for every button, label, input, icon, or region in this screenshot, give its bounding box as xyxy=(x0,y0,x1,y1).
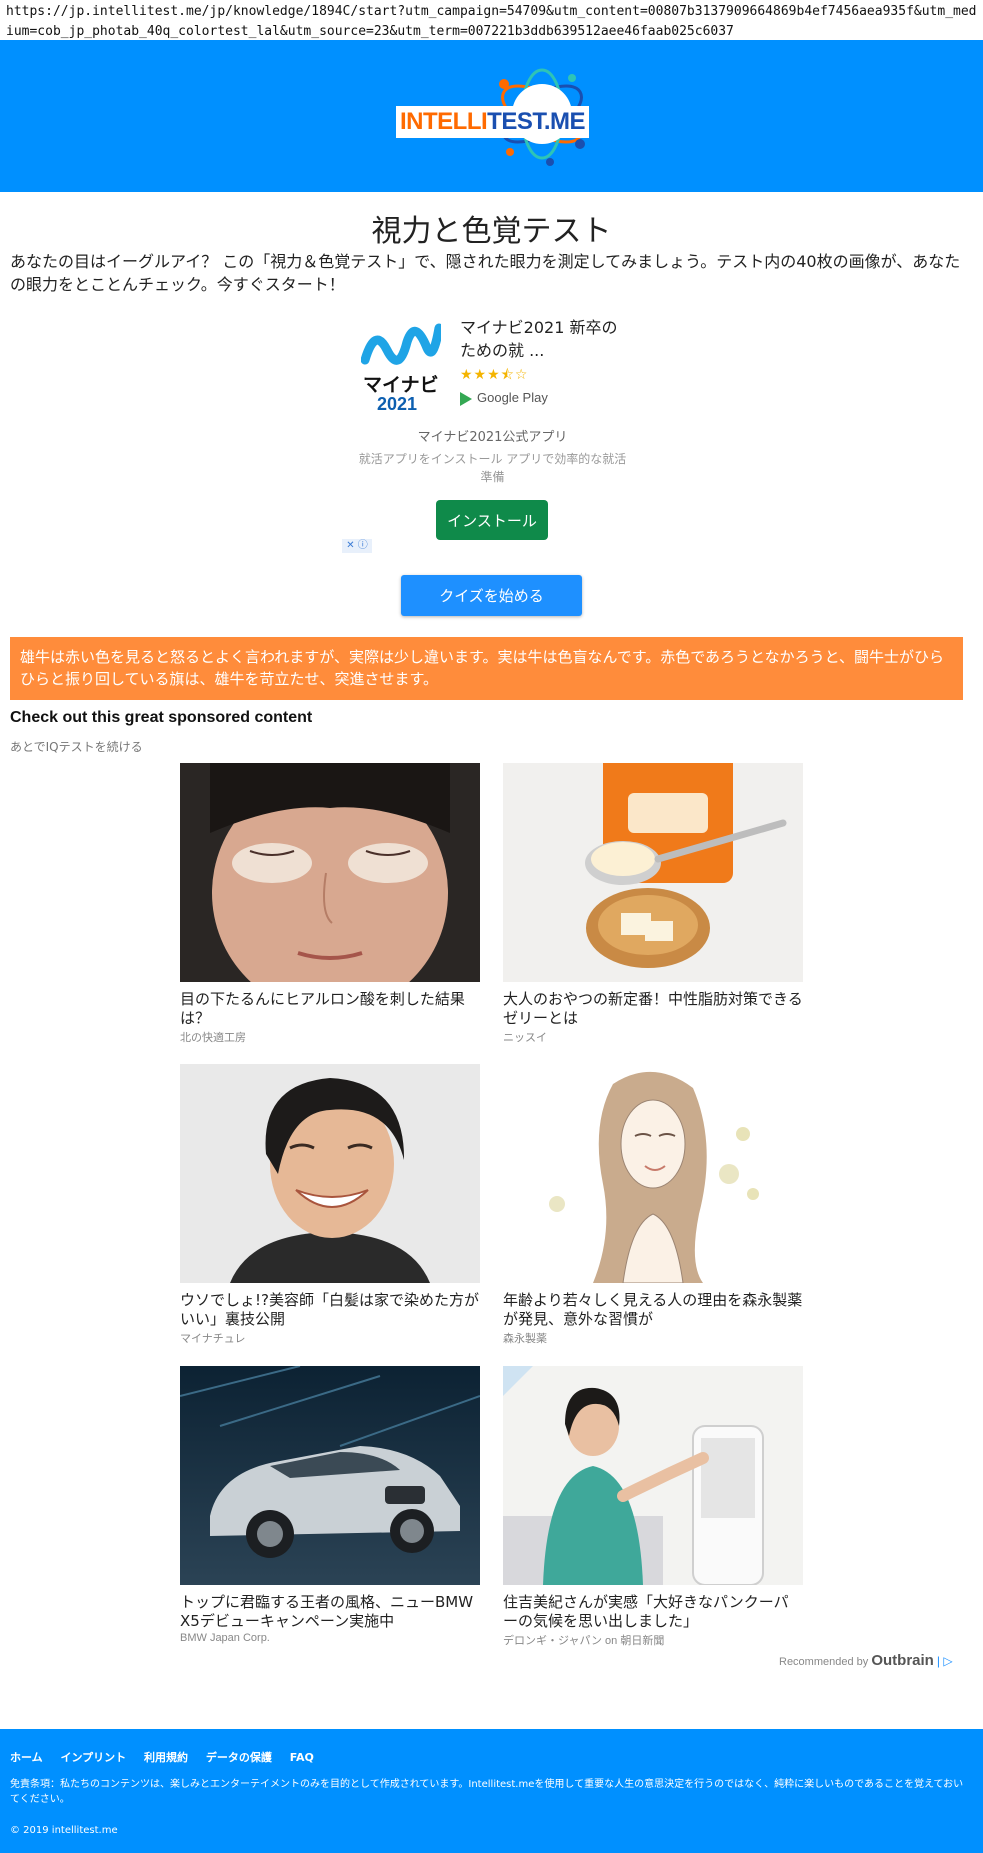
sponsored-card[interactable]: 大人のおやつの新定番！中性脂肪対策できるゼリーとは ニッスイ xyxy=(503,763,803,1045)
card-title[interactable]: トップに君臨する王者の風格、ニューBMW X5デビューキャンペーン実施中 xyxy=(180,1593,480,1631)
card-thumbnail[interactable] xyxy=(180,763,480,982)
ad-description: 就活アプリをインストール アプリで効率的な就活準備 xyxy=(358,452,627,484)
continue-later-link[interactable]: あとでIQテストを続ける xyxy=(10,738,143,755)
sponsored-card[interactable]: ウソでしょ!?美容師「白髪は家で染めた方がいい」裏技公開 マイナチュレ xyxy=(180,1064,480,1346)
card-thumbnail[interactable] xyxy=(503,1366,803,1585)
outbrain-info-icon[interactable]: | ▷ xyxy=(937,1654,953,1668)
browser-url[interactable]: https://jp.intellitest.me/jp/knowledge/1… xyxy=(0,0,983,39)
jelly-spoon-image xyxy=(503,763,803,982)
card-title[interactable]: ウソでしょ!?美容師「白髪は家で染めた方がいい」裏技公開 xyxy=(180,1291,480,1329)
install-button[interactable]: インストール xyxy=(436,500,548,540)
intro-text: あなたの目はイーグルアイ？ この「視力＆色覚テスト」で、隠された眼力を測定してみ… xyxy=(10,252,961,294)
footer-disclaimer: 免責条項：私たちのコンテンツは、楽しみとエンターテイメントのみを目的として作成さ… xyxy=(10,1779,964,1805)
sponsored-card[interactable]: 住吉美紀さんが実感「大好きなパンクーパーの気候を思い出しました」 デロンギ・ジャ… xyxy=(503,1366,803,1648)
outbrain-logo: Outbrain xyxy=(871,1652,934,1669)
card-source: マイナチュレ xyxy=(180,1333,246,1345)
page-title: 視力と色覚テスト xyxy=(371,214,612,249)
logo-part-intelli: INTELLI xyxy=(400,108,488,135)
woman-eye-patches-image xyxy=(180,763,480,982)
card-source: BMW Japan Corp. xyxy=(180,1632,270,1644)
bmw-car-image xyxy=(180,1366,480,1585)
card-thumbnail[interactable] xyxy=(180,1064,480,1283)
intellitest-logo[interactable]: INTELLITEST.ME xyxy=(394,66,590,168)
card-source: デロンギ・ジャパン on 朝日新聞 xyxy=(503,1635,665,1647)
ad-icon-year: 2021 xyxy=(377,394,418,414)
start-quiz-button[interactable]: クイズを始める xyxy=(401,575,582,616)
card-title[interactable]: 年齢より若々しく見える人の理由を森永製薬が発見、意外な習慣が xyxy=(503,1291,803,1329)
mynavi-app-icon[interactable]: マイナビ 2021 xyxy=(360,320,447,414)
adchoices-icon[interactable]: ✕ ⓘ xyxy=(342,539,372,553)
google-play-badge[interactable]: Google Play xyxy=(460,390,548,406)
card-source: ニッスイ xyxy=(503,1032,547,1044)
sponsored-card[interactable]: 年齢より若々しく見える人の理由を森永製薬が発見、意外な習慣が 森永製薬 xyxy=(503,1064,803,1346)
footer-link-imprint[interactable]: インプリント xyxy=(61,1751,127,1764)
footer-copyright: © 2019 intellitest.me xyxy=(10,1825,118,1836)
site-footer: ホーム インプリント 利用規約 データの保護 FAQ 免責条項：私たちのコンテン… xyxy=(0,1729,983,1853)
smiling-woman-image xyxy=(180,1064,480,1283)
google-play-icon xyxy=(460,391,472,406)
store-label: Google Play xyxy=(477,390,548,405)
sponsored-card[interactable]: トップに君臨する王者の風格、ニューBMW X5デビューキャンペーン実施中 BMW… xyxy=(180,1366,480,1644)
footer-link-privacy[interactable]: データの保護 xyxy=(206,1751,272,1764)
card-thumbnail[interactable] xyxy=(180,1366,480,1585)
sponsored-card[interactable]: 目の下たるんにヒアルロン酸を刺した結果は？ 北の快適工房 xyxy=(180,763,480,1045)
card-title[interactable]: 大人のおやつの新定番！中性脂肪対策できるゼリーとは xyxy=(503,990,803,1028)
card-thumbnail[interactable] xyxy=(503,763,803,982)
fact-banner: 雄牛は赤い色を見ると怒るとよく言われますが、実際は少し違います。実は牛は色盲なん… xyxy=(10,637,963,700)
site-header: INTELLITEST.ME xyxy=(0,40,983,192)
outbrain-attribution[interactable]: Recommended by Outbrain | ▷ xyxy=(779,1652,953,1669)
card-source: 北の快適工房 xyxy=(180,1032,246,1044)
ad-icon-name: マイナビ xyxy=(363,374,439,396)
card-source: 森永製薬 xyxy=(503,1333,547,1345)
ad-title[interactable]: マイナビ2021 新卒のための就 ... xyxy=(460,316,630,362)
logo-wordmark: INTELLITEST.ME xyxy=(396,106,589,138)
card-thumbnail[interactable] xyxy=(503,1064,803,1283)
footer-nav: ホーム インプリント 利用規約 データの保護 FAQ xyxy=(10,1749,328,1765)
footer-link-terms[interactable]: 利用規約 xyxy=(144,1751,188,1764)
card-title[interactable]: 住吉美紀さんが実感「大好きなパンクーパーの気候を思い出しました」 xyxy=(503,1593,803,1631)
rating-stars: ★★★⯪☆ xyxy=(460,367,529,383)
woman-air-purifier-image xyxy=(503,1366,803,1585)
card-title[interactable]: 目の下たるんにヒアルロン酸を刺した結果は？ xyxy=(180,990,480,1028)
footer-link-home[interactable]: ホーム xyxy=(10,1751,43,1764)
sponsored-heading: Check out this great sponsored content xyxy=(10,709,313,726)
ad-subtitle: マイナビ2021公式アプリ xyxy=(417,430,568,445)
recommended-by-label: Recommended by xyxy=(779,1656,869,1668)
logo-part-testme: TEST.ME xyxy=(487,108,585,135)
footer-link-faq[interactable]: FAQ xyxy=(290,1751,314,1764)
illustrated-woman-image xyxy=(503,1064,803,1283)
mynavi-logo-icon xyxy=(360,323,444,365)
